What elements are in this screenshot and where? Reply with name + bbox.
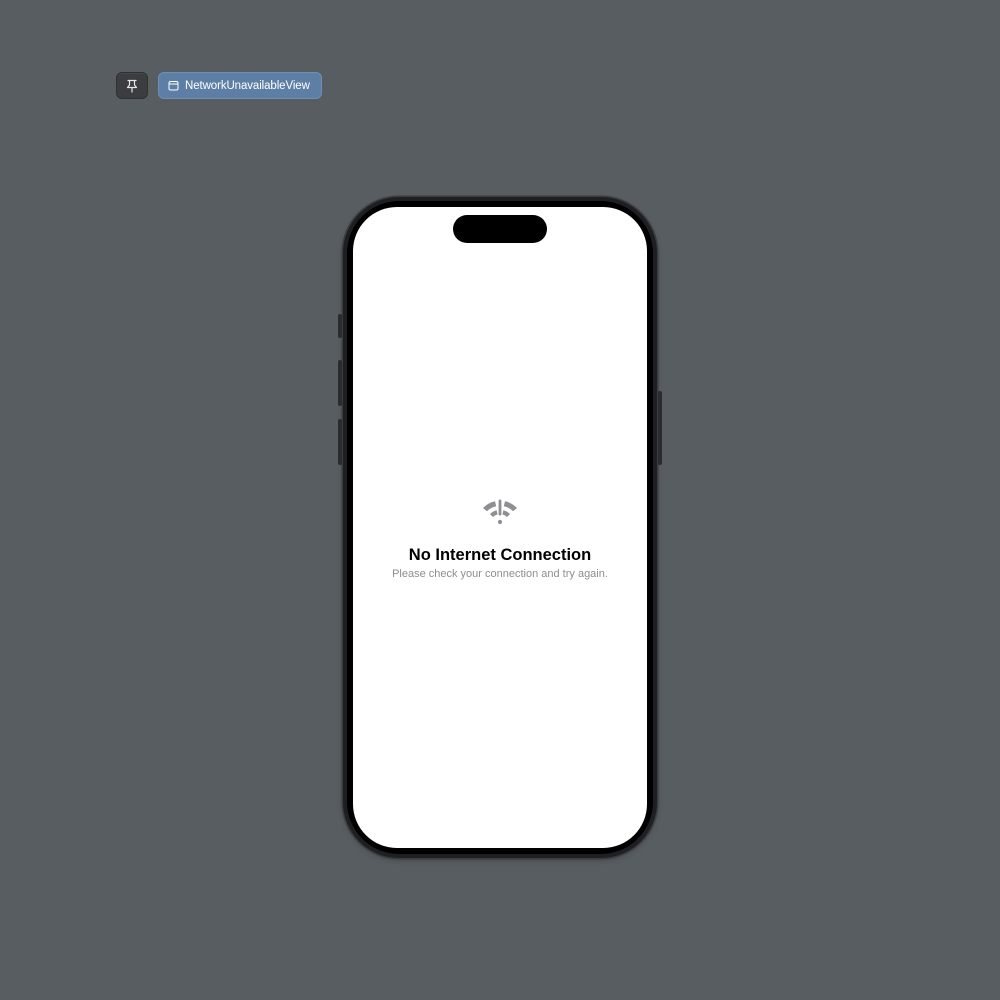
device-screen: No Internet Connection Please check your… <box>353 207 647 848</box>
view-icon <box>168 80 179 91</box>
dynamic-island <box>453 215 547 243</box>
network-unavailable-view: No Internet Connection Please check your… <box>353 497 647 582</box>
pin-icon <box>126 79 138 93</box>
volume-up-button <box>338 360 342 406</box>
preview-name-label: NetworkUnavailableView <box>185 79 310 92</box>
action-button <box>338 314 342 338</box>
screen-title: No Internet Connection <box>408 546 592 564</box>
screen-message: Please check your connection and try aga… <box>392 568 608 580</box>
volume-down-button <box>338 419 342 465</box>
preview-selector-chip[interactable]: NetworkUnavailableView <box>158 72 322 99</box>
iphone-device-frame: No Internet Connection Please check your… <box>338 197 662 858</box>
power-button <box>658 391 662 465</box>
pin-preview-button[interactable] <box>116 72 148 99</box>
wifi-exclamationmark-icon <box>353 497 647 529</box>
